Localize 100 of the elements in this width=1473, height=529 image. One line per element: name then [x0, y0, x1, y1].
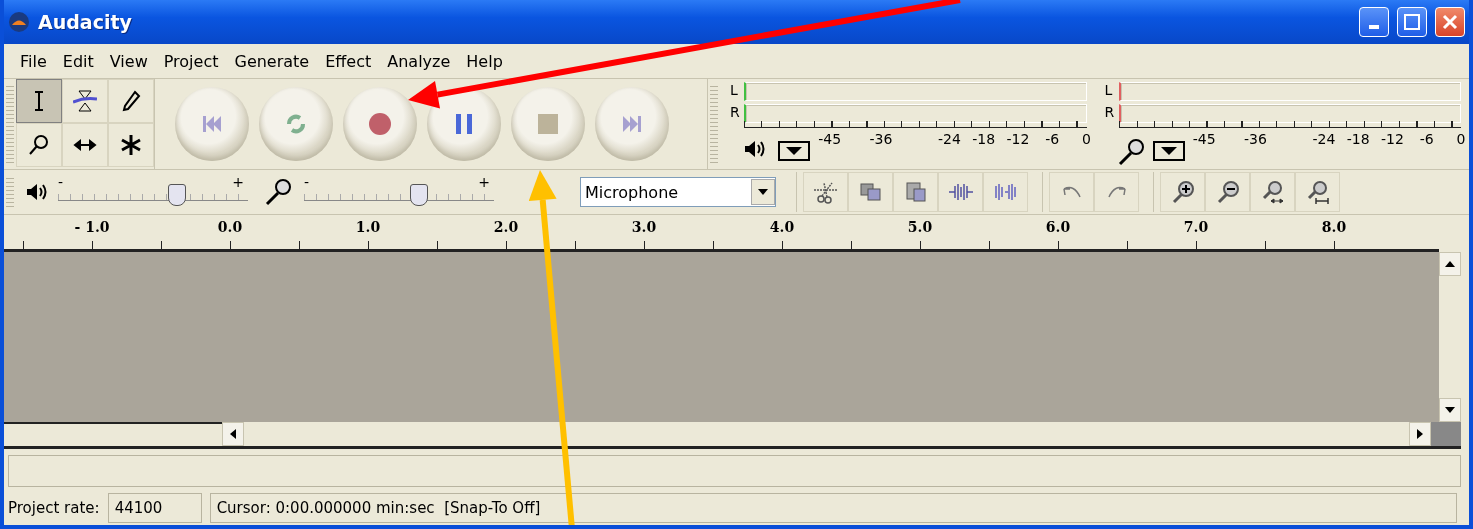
dropdown-arrow-icon	[757, 187, 769, 197]
minimize-button[interactable]	[1359, 7, 1389, 37]
meter-menu-button[interactable]	[778, 141, 810, 161]
meter-tick-label: -12	[1381, 131, 1404, 147]
ruler-label: 5.0	[907, 219, 933, 235]
magnifier-icon	[27, 133, 51, 157]
channel-label: R	[730, 104, 740, 120]
scroll-down-button[interactable]	[1439, 398, 1461, 422]
up-triangle-icon	[1445, 259, 1455, 269]
toolbar-grip[interactable]	[710, 83, 718, 165]
fit-project-button[interactable]	[1295, 172, 1340, 212]
zoom-in-icon	[1170, 180, 1195, 204]
meter-tick-label: -45	[1192, 131, 1216, 147]
menu-item[interactable]: Edit	[54, 51, 102, 71]
ruler-label: 2.0	[493, 219, 519, 235]
close-button[interactable]	[1435, 7, 1465, 37]
app-logo-icon	[8, 11, 30, 33]
plus-sign: +	[478, 174, 490, 190]
ruler-label: 3.0	[631, 219, 657, 235]
scroll-left-button[interactable]	[222, 422, 244, 446]
slider-thumb[interactable]	[410, 184, 428, 206]
menu-item[interactable]: Project	[155, 51, 227, 71]
fit-selection-button[interactable]	[1250, 172, 1295, 212]
menu-item[interactable]: File	[12, 51, 55, 71]
trim-button[interactable]	[938, 172, 983, 212]
project-rate-label: Project rate:	[8, 499, 100, 517]
menu-item[interactable]: Help	[458, 51, 511, 71]
paste-icon	[903, 180, 928, 204]
close-icon	[1440, 12, 1460, 32]
cut-button[interactable]	[803, 172, 848, 212]
envelope-icon	[73, 89, 97, 113]
scissors-icon	[813, 180, 838, 204]
scroll-right-button[interactable]	[1409, 422, 1431, 446]
asterisk-icon	[119, 133, 143, 157]
redo-icon	[1107, 186, 1126, 198]
meter-tick-label: 0	[1456, 131, 1466, 147]
meter-tick-label: -18	[972, 131, 996, 147]
toolbar-grip[interactable]	[6, 175, 14, 209]
channel-label: L	[1104, 82, 1113, 98]
slider-thumb[interactable]	[167, 184, 186, 206]
meter-tick-label: 0	[1082, 131, 1091, 147]
meter-tick-label: -24	[1312, 131, 1336, 147]
horizontal-scrollbar[interactable]	[222, 422, 1431, 446]
record-icon	[368, 112, 392, 136]
toolbar-grip[interactable]	[6, 83, 14, 165]
volume-slider[interactable]: - +	[304, 174, 494, 210]
meter-menu-button[interactable]	[1152, 141, 1185, 161]
plus-sign: +	[232, 174, 244, 190]
minus-sign: -	[58, 174, 64, 190]
ruler-label: 4.0	[769, 219, 795, 235]
channel-label: L	[730, 82, 738, 98]
menu-item[interactable]: Analyze	[379, 51, 459, 71]
zoom-fit-selection-icon	[1260, 180, 1285, 204]
menu-item[interactable]: Generate	[226, 51, 318, 71]
meter-tick-label: -24	[938, 131, 961, 147]
ruler-label: - 1.0	[74, 219, 110, 235]
window-title: Audacity	[38, 11, 133, 33]
volume-slider[interactable]: - +	[58, 174, 248, 210]
meter-tick-label: -18	[1346, 131, 1370, 147]
project-rate-field[interactable]: 44100	[107, 493, 202, 523]
ruler-label: 7.0	[1183, 219, 1209, 235]
zoom-out-icon	[1215, 180, 1240, 204]
vertical-scrollbar[interactable]	[1439, 252, 1461, 422]
zoom-fit-project-icon	[1305, 180, 1330, 204]
copy-button[interactable]	[848, 172, 893, 212]
undo-icon	[1062, 186, 1081, 198]
silence-button[interactable]	[983, 172, 1028, 212]
maximize-button[interactable]	[1397, 7, 1427, 37]
microphone-icon	[264, 177, 294, 207]
meter-tick-label: -6	[1419, 131, 1434, 147]
loop-icon	[284, 112, 308, 136]
meter-tick-label: -12	[1006, 131, 1030, 147]
stop-icon	[536, 112, 560, 136]
meter-tick-label: -36	[869, 131, 893, 147]
minus-sign: -	[304, 174, 310, 190]
paste-button[interactable]	[893, 172, 938, 212]
zoom-out-button[interactable]	[1205, 172, 1250, 212]
down-triangle-icon	[1445, 405, 1455, 415]
ruler-label: 1.0	[355, 219, 381, 235]
copy-icon	[858, 180, 883, 204]
cursor-status: Cursor: 0:00.000000 min:sec [Snap-To Off]	[209, 493, 1457, 523]
scroll-up-button[interactable]	[1439, 252, 1461, 276]
menu-item[interactable]: View	[101, 51, 156, 71]
meter-tick-label: -45	[818, 131, 842, 147]
meter-tick-label: -6	[1045, 131, 1060, 147]
microphone-icon	[1116, 137, 1147, 167]
ruler-label: 6.0	[1045, 219, 1071, 235]
channel-label: R	[1104, 104, 1115, 120]
input-source-dropdown[interactable]: Microphone	[580, 177, 776, 207]
meter-tick-label: -36	[1244, 131, 1267, 147]
ruler-label: 0.0	[217, 219, 243, 235]
minimize-icon	[1369, 25, 1379, 29]
zoom-in-button[interactable]	[1160, 172, 1205, 212]
left-triangle-icon	[228, 429, 238, 439]
scrollbar-corner	[1431, 422, 1461, 446]
tool-button[interactable]	[16, 79, 62, 123]
menu-item[interactable]: Effect	[317, 51, 380, 71]
ruler-label: 8.0	[1321, 219, 1347, 235]
maximize-icon	[1402, 12, 1422, 32]
down-triangle-icon	[784, 145, 804, 157]
